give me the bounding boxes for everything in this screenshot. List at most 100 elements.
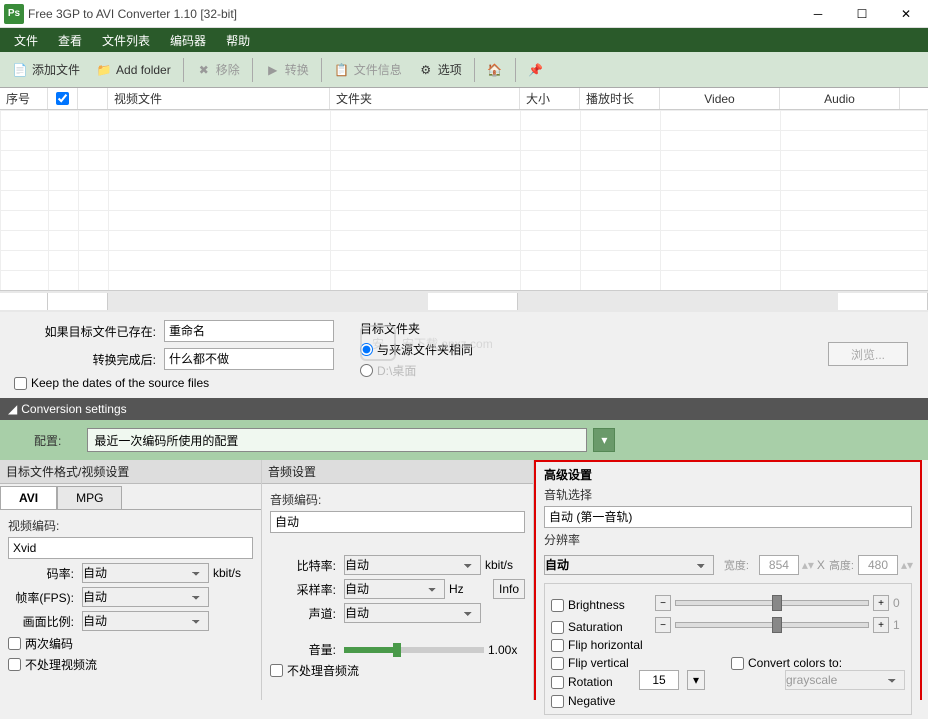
- profile-select[interactable]: 最近一次编码所使用的配置: [87, 428, 587, 452]
- home-icon: 🏠: [487, 62, 503, 78]
- menu-file[interactable]: 文件: [4, 28, 48, 53]
- brightness-minus[interactable]: −: [655, 595, 671, 611]
- height-input[interactable]: [858, 555, 898, 575]
- separator: [474, 58, 475, 82]
- remove-button[interactable]: ✖ 移除: [188, 57, 248, 82]
- file-table[interactable]: [0, 110, 928, 290]
- separator: [252, 58, 253, 82]
- menu-help[interactable]: 帮助: [216, 28, 260, 53]
- th-size[interactable]: 大小: [520, 88, 580, 109]
- brightness-checkbox[interactable]: Brightness: [551, 598, 651, 612]
- same-as-source-radio[interactable]: 与来源文件夹相同: [360, 341, 473, 358]
- th-video-file[interactable]: 视频文件: [108, 88, 330, 109]
- rotation-dropdown[interactable]: ▾: [687, 670, 705, 690]
- separator: [321, 58, 322, 82]
- add-folder-label: Add folder: [116, 63, 171, 77]
- brightness-value: 0: [893, 596, 905, 610]
- menu-view[interactable]: 查看: [48, 28, 92, 53]
- audio-bitrate-select[interactable]: 自动: [344, 555, 481, 575]
- tab-mpg[interactable]: MPG: [57, 486, 122, 509]
- desktop-path-input[interactable]: [360, 364, 373, 377]
- desktop-path-radio[interactable]: D:\桌面: [360, 362, 473, 379]
- saturation-slider[interactable]: [675, 622, 869, 628]
- menu-encoder[interactable]: 编码器: [160, 28, 216, 53]
- play-icon: ▶: [265, 62, 281, 78]
- pin-button[interactable]: 📌: [520, 58, 552, 82]
- conversion-settings-header[interactable]: ◢ Conversion settings: [0, 398, 928, 420]
- file-info-button[interactable]: 📋 文件信息: [326, 57, 410, 82]
- th-audio[interactable]: Audio: [780, 88, 900, 109]
- audio-settings-title: 音频设置: [262, 460, 533, 484]
- track-select[interactable]: 自动 (第一音轨): [544, 506, 912, 528]
- same-as-source-input[interactable]: [360, 343, 373, 356]
- close-button[interactable]: ✕: [884, 0, 928, 28]
- separator: [515, 58, 516, 82]
- audio-encoding-label: 音频编码:: [270, 488, 525, 511]
- sample-label: 采样率:: [270, 581, 340, 598]
- width-label: 宽度:: [718, 557, 755, 573]
- no-video-checkbox[interactable]: 不处理视频流: [8, 656, 253, 673]
- volume-slider[interactable]: [344, 647, 484, 653]
- fps-select[interactable]: 自动: [82, 587, 209, 607]
- aspect-select[interactable]: 自动: [82, 611, 209, 631]
- spinner-icon[interactable]: ▴▾: [902, 555, 912, 575]
- saturation-minus[interactable]: −: [655, 617, 671, 633]
- add-file-label: 添加文件: [32, 61, 80, 78]
- video-settings-title: 目标文件格式/视频设置: [0, 460, 261, 484]
- profile-dropdown-button[interactable]: ▾: [593, 428, 615, 452]
- profile-label: 配置:: [14, 432, 81, 449]
- after-select[interactable]: 什么都不做: [164, 348, 334, 370]
- if-exists-select[interactable]: 重命名: [164, 320, 334, 342]
- dest-label: 目标文件夹: [360, 320, 473, 337]
- rotation-input[interactable]: [639, 670, 679, 690]
- brightness-plus[interactable]: +: [873, 595, 889, 611]
- convert-colors-checkbox[interactable]: Convert colors to:: [731, 656, 842, 670]
- channels-select[interactable]: 自动: [344, 603, 481, 623]
- titlebar: Ps Free 3GP to AVI Converter 1.10 [32-bi…: [0, 0, 928, 28]
- window-title: Free 3GP to AVI Converter 1.10 [32-bit]: [28, 7, 796, 21]
- width-input[interactable]: [759, 555, 799, 575]
- maximize-button[interactable]: ☐: [840, 0, 884, 28]
- th-video[interactable]: Video: [660, 88, 780, 109]
- bitrate-label: 码率:: [8, 565, 78, 582]
- audio-encoding-select[interactable]: 自动: [270, 511, 525, 533]
- tab-avi[interactable]: AVI: [0, 486, 57, 509]
- bitrate-select[interactable]: 自动: [82, 563, 209, 583]
- brightness-slider[interactable]: [675, 600, 869, 606]
- resolution-select[interactable]: 自动: [544, 555, 714, 575]
- home-button[interactable]: 🏠: [479, 58, 511, 82]
- rotation-checkbox[interactable]: Rotation: [551, 675, 631, 689]
- add-folder-button[interactable]: 📁 Add folder: [88, 58, 179, 82]
- options-button[interactable]: ⚙ 选项: [410, 57, 470, 82]
- after-label: 转换完成后:: [14, 351, 164, 368]
- minimize-button[interactable]: ─: [796, 0, 840, 28]
- th-checkbox[interactable]: [48, 88, 78, 109]
- info-button[interactable]: Info: [493, 579, 525, 599]
- th-index[interactable]: 序号: [0, 88, 48, 109]
- status-row: [0, 290, 928, 312]
- no-audio-checkbox[interactable]: 不处理音频流: [270, 662, 525, 679]
- spinner-icon[interactable]: ▴▾: [803, 555, 813, 575]
- format-tabs: AVI MPG: [0, 484, 261, 509]
- saturation-plus[interactable]: +: [873, 617, 889, 633]
- browse-button[interactable]: 浏览...: [828, 342, 908, 366]
- sample-select[interactable]: 自动: [344, 579, 445, 599]
- th-folder[interactable]: 文件夹: [330, 88, 520, 109]
- settings-area: 目标文件格式/视频设置 AVI MPG 视频编码: Xvid 码率: 自动 kb…: [0, 460, 928, 700]
- menu-filelist[interactable]: 文件列表: [92, 28, 160, 53]
- flip-h-checkbox[interactable]: Flip horizontal: [551, 638, 905, 652]
- saturation-value: 1: [893, 618, 905, 632]
- separator: [183, 58, 184, 82]
- two-pass-checkbox[interactable]: 两次编码: [8, 635, 253, 652]
- th-duration[interactable]: 播放时长: [580, 88, 660, 109]
- add-file-button[interactable]: 📄 添加文件: [4, 57, 88, 82]
- select-all-checkbox[interactable]: [56, 92, 69, 105]
- negative-checkbox[interactable]: Negative: [551, 694, 905, 708]
- saturation-checkbox[interactable]: Saturation: [551, 620, 651, 634]
- colorspace-select[interactable]: grayscale: [785, 670, 905, 690]
- convert-button[interactable]: ▶ 转换: [257, 57, 317, 82]
- video-encoding-select[interactable]: Xvid: [8, 537, 253, 559]
- file-info-label: 文件信息: [354, 61, 402, 78]
- advanced-settings-panel: 高级设置 音轨选择 自动 (第一音轨) 分辨率 自动 宽度: ▴▾ X 高度: …: [534, 460, 922, 700]
- flip-v-checkbox[interactable]: Flip vertical: [551, 656, 711, 670]
